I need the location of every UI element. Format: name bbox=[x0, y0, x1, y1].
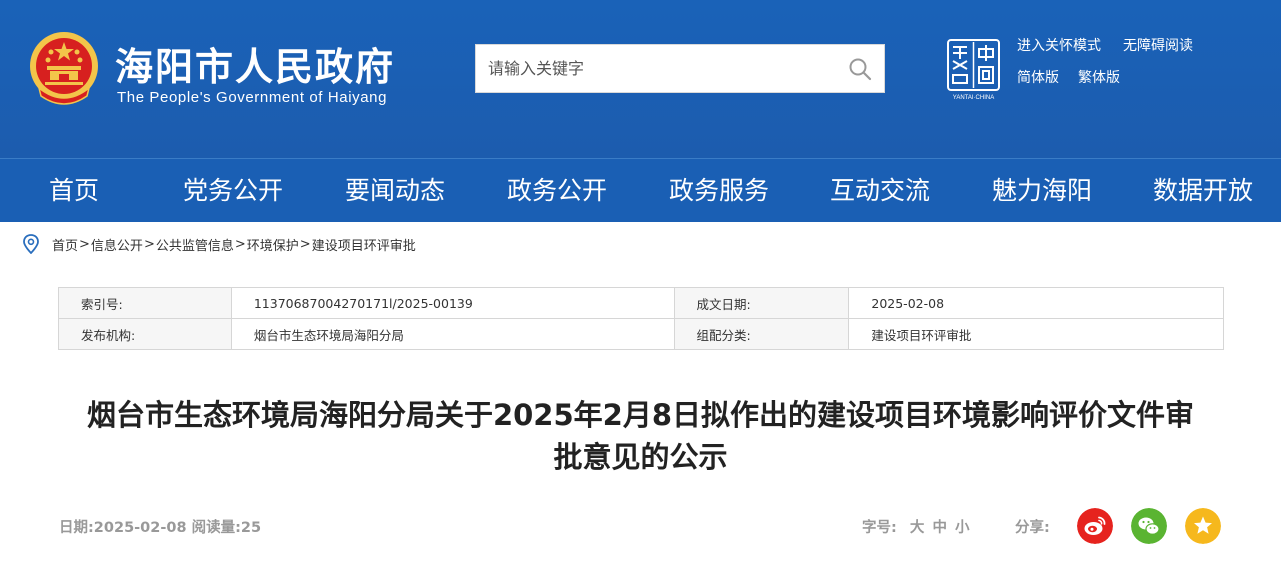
meta-value-index: 11370687004270171l/2025-00139 bbox=[230, 287, 675, 319]
nav-item-party-affairs[interactable]: 党务公开 bbox=[183, 159, 283, 223]
breadcrumb-separator: > bbox=[234, 236, 246, 252]
meta-label-date: 成文日期: bbox=[673, 287, 850, 319]
nav-item-charm-haiyang[interactable]: 魅力海阳 bbox=[992, 159, 1092, 223]
font-size-large-button[interactable]: 大 bbox=[910, 520, 925, 536]
breadcrumb-current[interactable]: 建设项目环评审批 bbox=[312, 235, 416, 254]
location-pin-icon bbox=[23, 234, 39, 254]
wechat-share-icon[interactable] bbox=[1131, 508, 1167, 544]
article-info: 日期:2025-02-08 阅读量:25 bbox=[59, 520, 262, 536]
document-meta-table: 索引号: 11370687004270171l/2025-00139 成文日期:… bbox=[58, 287, 1224, 350]
breadcrumb-home[interactable]: 首页 bbox=[52, 235, 78, 254]
nav-item-government-services[interactable]: 政务服务 bbox=[669, 159, 769, 223]
meta-label-index: 索引号: bbox=[58, 287, 232, 319]
meta-label-publisher: 发布机构: bbox=[58, 318, 232, 350]
article-title: 烟台市生态环境局海阳分局关于2025年2月8日拟作出的建设项目环境影响评价文件审… bbox=[60, 394, 1221, 478]
traditional-chinese-link[interactable]: 繁体版 bbox=[1078, 67, 1120, 87]
site-header: 海阳市人民政府 The People's Government of Haiya… bbox=[0, 0, 1281, 158]
main-nav: 首页 党务公开 要闻动态 政务公开 政务服务 互动交流 魅力海阳 数据开放 bbox=[0, 158, 1281, 222]
share-label: 分享: bbox=[1015, 520, 1050, 536]
nav-item-home[interactable]: 首页 bbox=[49, 159, 99, 223]
meta-value-publisher: 烟台市生态环境局海阳分局 bbox=[230, 318, 675, 350]
favorite-star-icon[interactable] bbox=[1185, 508, 1221, 544]
font-size-medium-button[interactable]: 中 bbox=[932, 520, 947, 536]
article-title-line2: 批意见的公示 bbox=[553, 440, 728, 474]
breadcrumb: 首页 > 信息公开 > 公共监管信息 > 环境保护 > 建设项目环评审批 bbox=[22, 234, 416, 254]
weibo-share-icon[interactable] bbox=[1077, 508, 1113, 544]
site-subtitle: The People's Government of Haiyang bbox=[117, 89, 388, 106]
meta-value-category: 建设项目环评审批 bbox=[848, 318, 1224, 350]
breadcrumb-public-supervision[interactable]: 公共监管信息 bbox=[156, 235, 234, 254]
accessibility-link[interactable]: 无障碍阅读 bbox=[1123, 35, 1193, 55]
nav-item-government-affairs[interactable]: 政务公开 bbox=[507, 159, 607, 223]
nav-item-interaction[interactable]: 互动交流 bbox=[830, 159, 930, 223]
nav-item-open-data[interactable]: 数据开放 bbox=[1153, 159, 1253, 223]
table-row: 发布机构: 烟台市生态环境局海阳分局 组配分类: 建设项目环评审批 bbox=[58, 318, 1224, 350]
article-title-line1: 烟台市生态环境局海阳分局关于2025年2月8日拟作出的建设项目环境影响评价文件审 bbox=[86, 398, 1195, 432]
breadcrumb-separator: > bbox=[143, 236, 155, 252]
breadcrumb-environment[interactable]: 环境保护 bbox=[247, 235, 299, 254]
breadcrumb-separator: > bbox=[299, 236, 311, 252]
site-title: 海阳市人民政府 bbox=[115, 45, 396, 89]
search-icon[interactable] bbox=[848, 57, 872, 81]
search-box bbox=[475, 44, 885, 93]
national-emblem-icon bbox=[30, 32, 98, 105]
breadcrumb-info-disclosure[interactable]: 信息公开 bbox=[91, 235, 143, 254]
meta-label-category: 组配分类: bbox=[673, 318, 850, 350]
font-size-control: 字号: 大 中 小 bbox=[862, 516, 970, 537]
font-size-small-button[interactable]: 小 bbox=[955, 520, 970, 536]
font-size-label: 字号: bbox=[862, 520, 897, 536]
breadcrumb-separator: > bbox=[79, 236, 90, 252]
care-mode-link[interactable]: 进入关怀模式 bbox=[1017, 35, 1101, 55]
table-row: 索引号: 11370687004270171l/2025-00139 成文日期:… bbox=[58, 287, 1224, 319]
yantai-logo-text: YANTAI·CHINA bbox=[953, 95, 994, 101]
nav-item-news[interactable]: 要闻动态 bbox=[345, 159, 445, 223]
meta-value-date: 2025-02-08 bbox=[848, 287, 1224, 319]
search-input[interactable] bbox=[476, 45, 836, 92]
simplified-chinese-link[interactable]: 简体版 bbox=[1017, 67, 1059, 87]
yantai-logo-icon: YANTAI·CHINA bbox=[947, 39, 1000, 101]
